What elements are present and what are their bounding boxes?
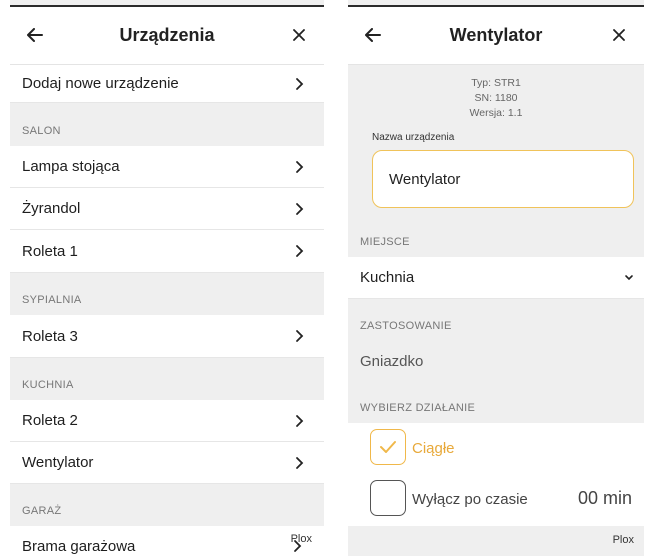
- device-item-zyrandol[interactable]: Żyrandol: [10, 188, 324, 230]
- device-item-label: Roleta 3: [22, 327, 78, 345]
- device-item-label: Wentylator: [22, 454, 94, 471]
- device-detail-screen: Wentylator Typ: STR1 SN: 1180 Wersja: 1.…: [348, 0, 644, 556]
- section-header-sypialnia: SYPIALNIA: [10, 273, 324, 315]
- location-value: Kuchnia: [360, 269, 415, 286]
- device-type: Typ: STR1: [471, 77, 521, 89]
- section-header-garaz: GARAŻ: [10, 484, 324, 526]
- chevron-right-icon: [296, 160, 304, 173]
- close-icon: [293, 29, 305, 41]
- chevron-right-icon: [296, 77, 304, 90]
- close-button[interactable]: [606, 22, 632, 48]
- location-select[interactable]: Kuchnia: [348, 257, 644, 299]
- timer-option-label[interactable]: Wyłącz po czasie: [412, 491, 528, 508]
- device-item-label: Roleta 2: [22, 412, 78, 429]
- section-header-salon: SALON: [10, 103, 324, 146]
- back-arrow-icon: [365, 28, 381, 42]
- window-top-bar: [10, 0, 324, 7]
- close-icon: [613, 29, 625, 41]
- device-item-label: Lampa stojąca: [22, 158, 120, 175]
- device-version: Wersja: 1.1: [469, 107, 523, 119]
- device-item-label: Brama garażowa: [22, 537, 136, 555]
- back-button[interactable]: [22, 22, 48, 48]
- checkmark-icon: [380, 441, 396, 453]
- close-button[interactable]: [286, 22, 312, 48]
- device-item-wentylator[interactable]: Wentylator: [10, 442, 324, 484]
- chevron-right-icon: [296, 456, 304, 469]
- chevron-down-icon: [625, 275, 633, 281]
- chevron-right-icon: [296, 414, 304, 427]
- section-header-kuchnia: KUCHNIA: [10, 358, 324, 400]
- back-arrow-icon: [27, 28, 43, 42]
- action-header: WYBIERZ DZIAŁANIE: [348, 383, 644, 423]
- page-title: Urządzenia: [119, 25, 215, 45]
- devices-header: Urządzenia: [10, 7, 324, 65]
- device-item-label: Roleta 1: [22, 242, 78, 260]
- usage-field: Gniazdko: [348, 341, 644, 383]
- footer-bar: Plox: [348, 526, 644, 556]
- back-button[interactable]: [360, 22, 386, 48]
- timer-checkbox[interactable]: [370, 480, 406, 516]
- location-header: MIEJSCE: [348, 225, 644, 257]
- device-header: Wentylator: [348, 7, 644, 65]
- device-name-input[interactable]: [372, 150, 634, 208]
- add-device-button[interactable]: Dodaj nowe urządzenie: [10, 65, 324, 103]
- device-item-brama-garazowa[interactable]: Brama garażowa: [10, 526, 324, 556]
- device-serial-number: SN: 1180: [474, 92, 518, 104]
- device-item-lampa-stojaca[interactable]: Lampa stojąca: [10, 146, 324, 188]
- page-title: Wentylator: [449, 25, 543, 45]
- watermark: Plox: [290, 533, 312, 545]
- timer-value[interactable]: 00 min: [578, 488, 632, 509]
- chevron-right-icon: [296, 330, 304, 342]
- continuous-option-label[interactable]: Ciągłe: [412, 440, 455, 457]
- watermark: Plox: [612, 534, 634, 546]
- device-item-roleta-2[interactable]: Roleta 2: [10, 400, 324, 442]
- device-item-roleta-3[interactable]: Roleta 3: [10, 315, 324, 358]
- usage-header: ZASTOSOWANIE: [348, 299, 644, 341]
- continuous-checkbox[interactable]: [370, 429, 406, 465]
- device-item-roleta-1[interactable]: Roleta 1: [10, 230, 324, 273]
- chevron-right-icon: [296, 202, 304, 215]
- devices-screen: Urządzenia Dodaj nowe urządzenie SALON L…: [10, 0, 324, 556]
- usage-value: Gniazdko: [360, 353, 424, 370]
- chevron-right-icon: [296, 245, 304, 257]
- device-name-label: Nazwa urządzenia: [372, 132, 455, 143]
- device-item-label: Żyrandol: [22, 200, 81, 217]
- window-top-bar: [348, 0, 644, 7]
- add-device-label: Dodaj nowe urządzenie: [22, 75, 179, 92]
